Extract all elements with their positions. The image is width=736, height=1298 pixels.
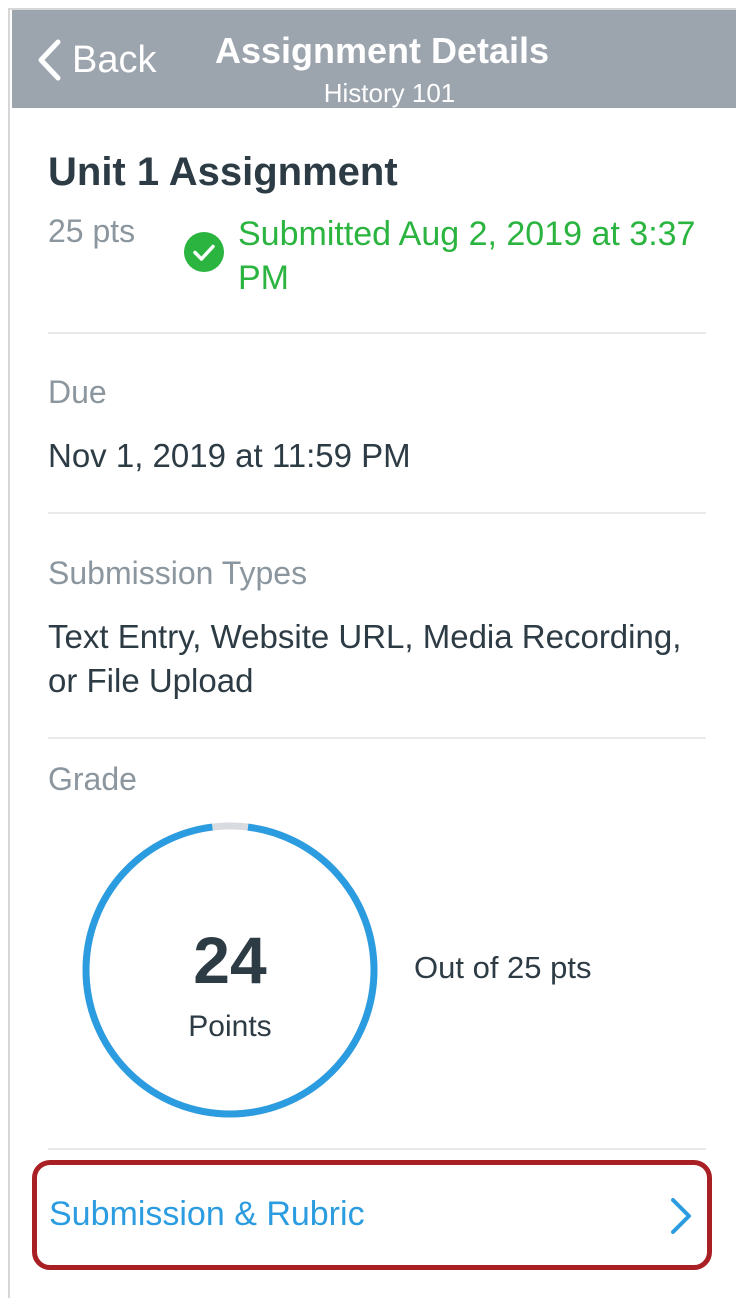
nav-subtitle: History 101: [323, 78, 456, 108]
divider: [48, 1148, 706, 1150]
submission-types-value: Text Entry, Website URL, Media Recording…: [48, 618, 682, 699]
submission-rubric-label: Submission & Rubric: [49, 1195, 365, 1233]
submitted-status: Submitted Aug 2, 2019 at 3:37 PM: [238, 215, 696, 297]
grade-score-unit: Points: [188, 1010, 272, 1043]
nav-title: Assignment Details: [214, 30, 550, 71]
divider: [48, 737, 706, 739]
due-label: Due: [48, 374, 107, 410]
chevron-left-icon: [36, 38, 62, 82]
navigation-bar: Back Assignment Details History 101: [12, 10, 736, 108]
grade-out-of: Out of 25 pts: [414, 950, 592, 985]
check-circle-icon: [183, 231, 225, 278]
divider: [48, 332, 706, 334]
assignment-points: 25 pts: [48, 213, 136, 249]
back-label: Back: [72, 38, 157, 81]
submission-rubric-link[interactable]: Submission & Rubric: [32, 1160, 712, 1270]
chevron-right-icon: [669, 1197, 693, 1240]
due-value: Nov 1, 2019 at 11:59 PM: [48, 437, 411, 474]
grade-label: Grade: [48, 761, 137, 797]
grade-score: 24: [193, 923, 267, 997]
back-button[interactable]: Back: [36, 36, 156, 84]
submission-types-label: Submission Types: [48, 555, 308, 591]
assignment-title: Unit 1 Assignment: [48, 150, 398, 194]
divider: [48, 512, 706, 514]
